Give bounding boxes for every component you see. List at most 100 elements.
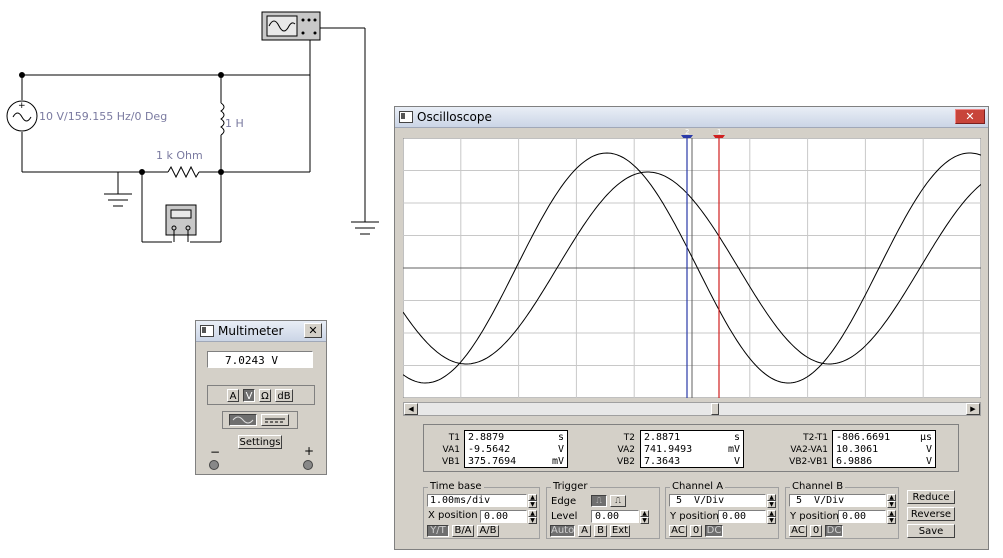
- channel-b-ypos-spin-down[interactable]: ▼: [887, 517, 896, 524]
- vb1-value: 375.7694: [468, 456, 517, 467]
- dc-mode-button[interactable]: [261, 414, 289, 426]
- timebase-spin-up[interactable]: ▲: [528, 494, 537, 501]
- col3-values: -806.6691 µs 10.3061 V 6.9886 V: [832, 430, 936, 468]
- scroll-thumb[interactable]: [711, 403, 719, 415]
- t-diff-label: T2-T1: [803, 433, 828, 443]
- va1-unit: V: [557, 444, 564, 455]
- channel-a-ypos-spin-down[interactable]: ▼: [767, 517, 776, 524]
- va-diff-value: 10.3061: [836, 444, 879, 455]
- channel-b-ypos-input[interactable]: 0.00: [838, 510, 886, 523]
- rising-edge-icon[interactable]: ⎍: [591, 495, 607, 507]
- t2-unit: s: [733, 432, 740, 443]
- channel-b-scale-value: 5 V/Div: [796, 495, 845, 506]
- oscilloscope-screen[interactable]: [403, 138, 981, 398]
- reverse-button[interactable]: Reverse: [907, 507, 955, 521]
- trigger-ext-button[interactable]: Ext: [610, 525, 630, 537]
- vb-diff-unit: V: [925, 456, 932, 467]
- ac-mode-button[interactable]: [229, 414, 257, 426]
- channel-a-ypos-input[interactable]: 0.00: [718, 510, 766, 523]
- channel-b-ypos-value: 0.00: [842, 511, 867, 522]
- timebase-input[interactable]: 1.00ms/div: [427, 494, 527, 507]
- close-icon[interactable]: ✕: [304, 323, 322, 338]
- reduce-button[interactable]: Reduce: [907, 490, 955, 504]
- channel-a-ypos-spin-up[interactable]: ▲: [767, 510, 776, 517]
- vb-diff-label: VB2-VB1: [789, 457, 828, 467]
- trigger-title: Trigger: [551, 481, 590, 492]
- xpos-input[interactable]: 0.00: [480, 510, 527, 523]
- t1-label: T1: [448, 433, 460, 443]
- va2-unit: mV: [727, 444, 740, 455]
- oscilloscope-title: Oscilloscope: [417, 110, 492, 124]
- channel-a-scale-spin-down[interactable]: ▼: [767, 501, 776, 508]
- window-icon: [200, 325, 214, 337]
- timebase-spin-down[interactable]: ▼: [528, 501, 537, 508]
- channel-a-ac-button[interactable]: AC: [669, 525, 687, 537]
- channel-b-scale-input[interactable]: 5 V/Div: [789, 494, 886, 507]
- plus-terminal[interactable]: [303, 460, 313, 470]
- sine-icon: [232, 416, 254, 424]
- xpos-spin-up[interactable]: ▲: [528, 510, 537, 517]
- t2-value: 2.8871: [644, 432, 681, 443]
- inductor-label: 1 H: [225, 117, 244, 130]
- channel-a-zero-button[interactable]: 0: [690, 525, 702, 537]
- falling-edge-icon[interactable]: ⎍: [610, 495, 626, 507]
- yt-button[interactable]: Y/T: [427, 525, 449, 537]
- vb2-value: 7.3643: [644, 456, 681, 467]
- circuit-schematic: +: [6, 11, 379, 243]
- mode-ohm-button[interactable]: Ω: [259, 389, 271, 402]
- level-spin-down[interactable]: ▼: [640, 517, 649, 524]
- close-icon[interactable]: ✕: [955, 109, 985, 124]
- horizontal-scrollbar[interactable]: ◀ ▶: [403, 402, 981, 416]
- channel-b-group: Channel B 5 V/Div ▲ ▼ Y position 0.00 ▲ …: [785, 481, 899, 539]
- channel-a-title: Channel A: [670, 481, 726, 492]
- multimeter-title: Multimeter: [218, 324, 284, 338]
- channel-b-scale-spin-up[interactable]: ▲: [887, 494, 896, 501]
- level-value: 0.00: [595, 511, 620, 522]
- channel-a-scale-spin-up[interactable]: ▲: [767, 494, 776, 501]
- multimeter-display: 7.0243 V: [207, 351, 313, 368]
- col2-labels: T2 VA2 VB2: [607, 432, 635, 468]
- t1-unit: s: [557, 432, 564, 443]
- vb-diff-value: 6.9886: [836, 456, 873, 467]
- minus-terminal[interactable]: [209, 460, 219, 470]
- level-spin-up[interactable]: ▲: [640, 510, 649, 517]
- channel-a-group: Channel A 5 V/Div ▲ ▼ Y position 0.00 ▲ …: [665, 481, 779, 539]
- auto-trigger-button[interactable]: Auto: [550, 525, 575, 537]
- t-diff-value: -806.6691: [836, 432, 891, 443]
- ba-button[interactable]: B/A: [452, 525, 474, 537]
- save-button[interactable]: Save: [907, 524, 955, 538]
- channel-b-zero-button[interactable]: 0: [810, 525, 822, 537]
- xpos-spin-down[interactable]: ▼: [528, 517, 537, 524]
- scroll-right-button[interactable]: ▶: [966, 403, 980, 415]
- mode-a-button[interactable]: A: [227, 389, 239, 402]
- channel-a-scale-value: 5 V/Div: [676, 495, 725, 506]
- channel-a-ypos-value: 0.00: [722, 511, 747, 522]
- multimeter-titlebar[interactable]: Multimeter ✕: [196, 321, 326, 342]
- settings-button[interactable]: Settings: [238, 435, 282, 449]
- channel-a-dc-button[interactable]: DC: [705, 525, 723, 537]
- scroll-left-button[interactable]: ◀: [404, 403, 418, 415]
- channel-b-ypos-spin-up[interactable]: ▲: [887, 510, 896, 517]
- channel-a-scale-input[interactable]: 5 V/Div: [669, 494, 766, 507]
- vb1-label: VB1: [441, 457, 460, 467]
- source-label: 10 V/159.155 Hz/0 Deg: [39, 110, 168, 123]
- xpos-label: X position: [428, 510, 478, 521]
- channel-b-ac-button[interactable]: AC: [789, 525, 807, 537]
- mode-db-button[interactable]: dB: [275, 389, 293, 402]
- vb1-unit: mV: [551, 456, 564, 467]
- va1-value: -9.5642: [468, 444, 511, 455]
- channel-b-ypos-label: Y position: [790, 511, 839, 522]
- channel-a-ypos-label: Y position: [670, 511, 719, 522]
- trigger-b-button[interactable]: B: [594, 525, 607, 537]
- ab-button[interactable]: A/B: [477, 525, 499, 537]
- dc-line-icon: [265, 418, 285, 423]
- channel-b-dc-button[interactable]: DC: [825, 525, 843, 537]
- svg-text:+: +: [18, 101, 26, 111]
- resistor-label: 1 k Ohm: [156, 149, 203, 162]
- oscilloscope-titlebar[interactable]: Oscilloscope ✕: [395, 107, 988, 128]
- col1-values: 2.8879 s -9.5642 V 375.7694 mV: [464, 430, 568, 468]
- channel-b-scale-spin-down[interactable]: ▼: [887, 501, 896, 508]
- level-input[interactable]: 0.00: [591, 510, 639, 523]
- mode-v-button[interactable]: V: [243, 389, 255, 402]
- trigger-a-button[interactable]: A: [578, 525, 591, 537]
